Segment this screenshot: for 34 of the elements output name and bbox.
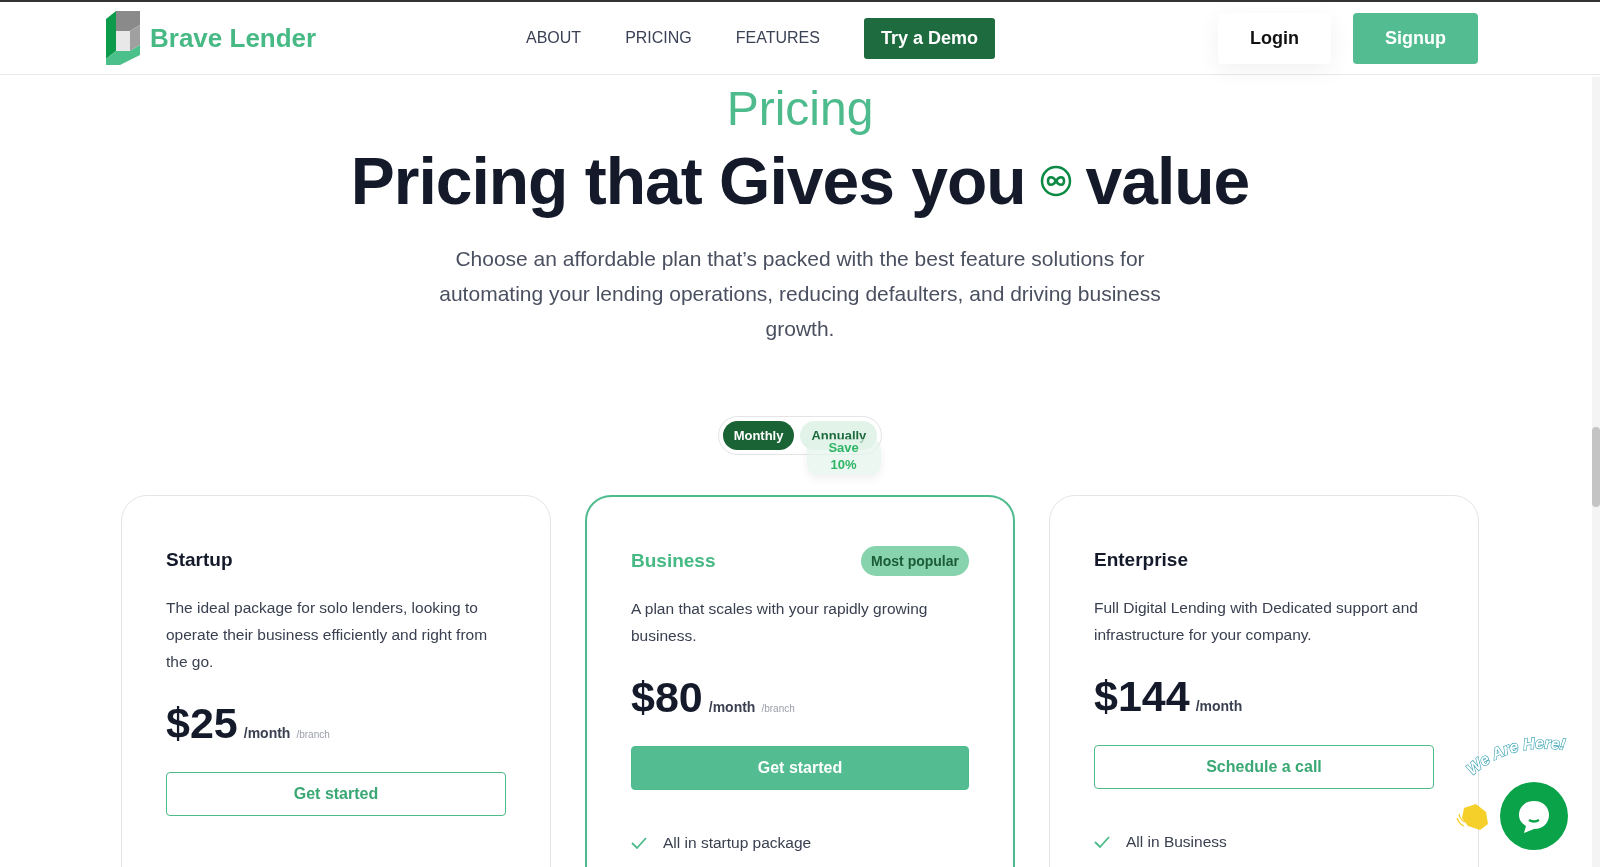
page-heading: Pricing that Gives you <box>350 143 1026 220</box>
price-period: /month <box>243 725 291 741</box>
plan-price: $25 <box>166 699 238 748</box>
price-unit: /branch <box>296 729 330 740</box>
plan-name: Enterprise <box>1094 549 1188 571</box>
plan-name: Business <box>631 550 716 572</box>
plan-price: $144 <box>1094 672 1190 721</box>
popular-badge: Most popular <box>861 546 969 576</box>
feature-item: All in startup package <box>663 834 812 852</box>
demo-button[interactable]: Try a Demo <box>863 17 995 59</box>
nav-link[interactable]: FEATURES <box>735 29 820 47</box>
page-heading: value <box>1085 143 1250 220</box>
chat-label: We Are Here! <box>1456 732 1596 780</box>
billing-option[interactable]: Monthly <box>722 421 795 450</box>
plan-description: The ideal package for solo lenders, looking to operate their business efficiently and right from the go. <box>166 598 489 672</box>
plan-name: Startup <box>166 549 233 571</box>
infinity-icon <box>1039 165 1072 197</box>
plan-price: $80 <box>631 673 703 722</box>
price-period: /month <box>1195 698 1243 714</box>
nav-link[interactable]: ABOUT <box>526 29 582 47</box>
scrollbar[interactable] <box>1592 77 1600 867</box>
check-icon <box>1094 836 1110 848</box>
check-icon <box>631 837 647 849</box>
plan-description: Full Digital Lending with Dedicated support and infrastructure for your company. <box>1094 598 1419 645</box>
price-unit: /branch <box>761 703 795 714</box>
logo-icon[interactable] <box>106 11 140 65</box>
feature-item: All in Business <box>1126 833 1227 851</box>
chat-icon <box>1516 798 1552 834</box>
nav-link[interactable]: PRICING <box>625 29 692 47</box>
hero-subtitle: Choose an affordable plan that’s packed with the best feature solutions for automating your lending operations, reducing defaulters, and driving business growth. <box>438 246 1162 342</box>
price-period: /month <box>708 699 756 715</box>
plan-description: A plan that scales with your rapidly growing business. <box>631 599 929 646</box>
section-eyebrow: Pricing <box>725 81 875 137</box>
login-button[interactable]: Login <box>1218 12 1331 64</box>
